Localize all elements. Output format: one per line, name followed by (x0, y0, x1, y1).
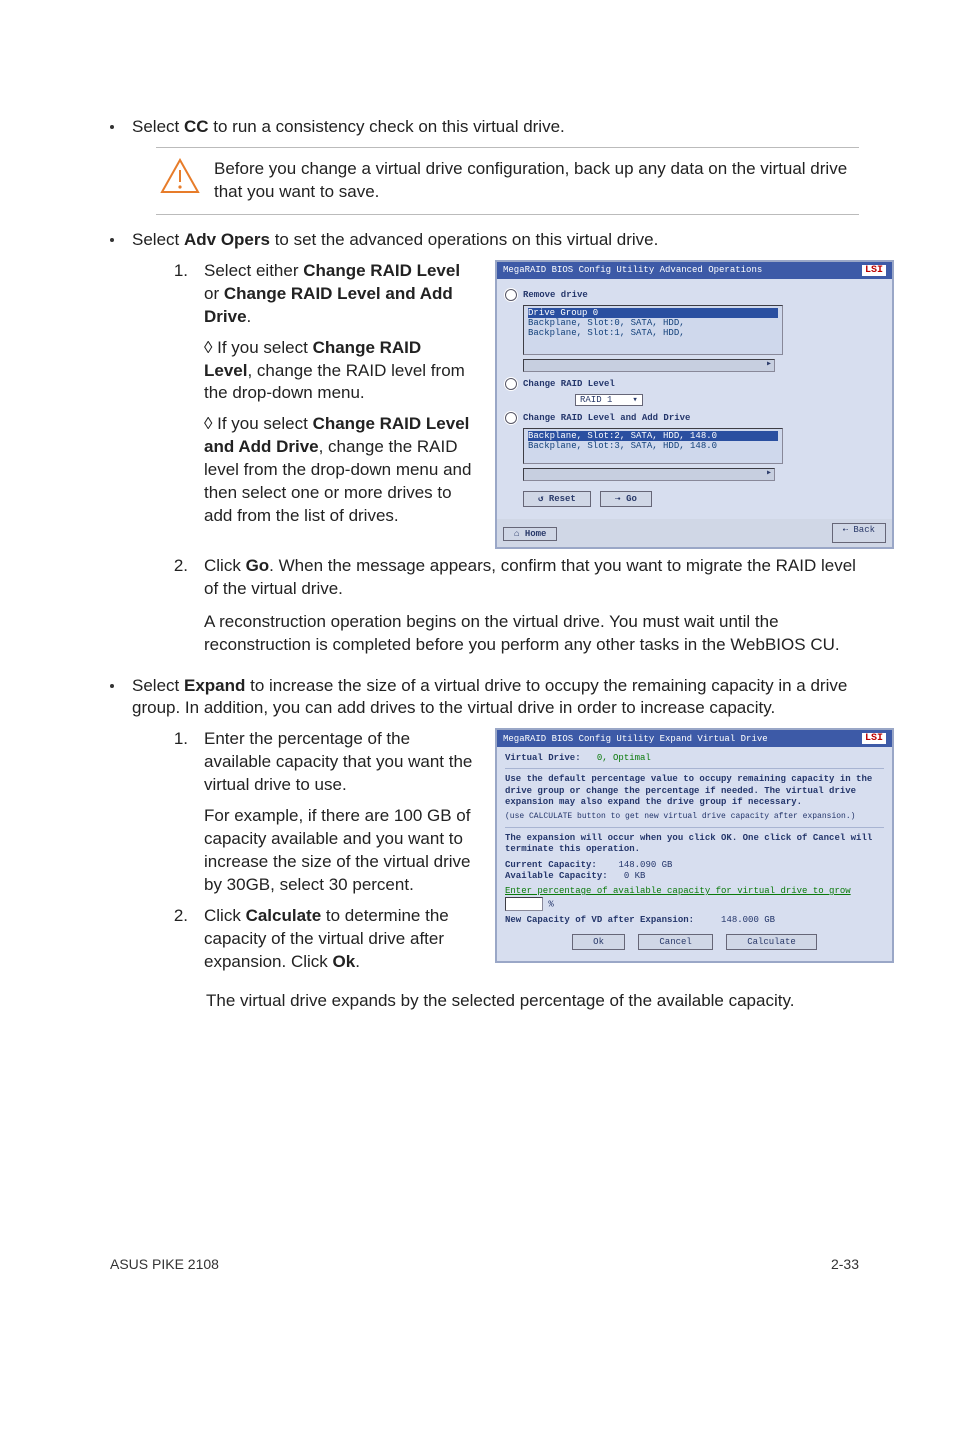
raid-level-select[interactable]: RAID 1 ▾ (575, 394, 643, 406)
help-sub: (use CALCULATE button to get new virtual… (505, 812, 884, 822)
footer-left: ASUS PIKE 2108 (110, 1256, 219, 1272)
t: . (247, 307, 252, 326)
enter-pct-label: Enter percentage of available capacity f… (505, 886, 851, 896)
step-num: 1. (168, 260, 188, 528)
t: Select (132, 676, 184, 695)
t: Click (204, 906, 246, 925)
tree-line-sel: Drive Group 0 (528, 308, 778, 318)
adv-step-2: 2. Click Go. When the message appears, c… (168, 555, 859, 657)
t: . When the message appears, confirm that… (204, 556, 856, 598)
bullet-dot (110, 684, 114, 688)
expand-tail: The virtual drive expands by the selecte… (206, 990, 859, 1013)
cancel-button[interactable]: Cancel (638, 934, 712, 950)
ok-button[interactable]: Ok (572, 934, 625, 950)
expand-step-1: 1. Enter the percentage of the available… (168, 728, 473, 897)
pct-input[interactable] (505, 897, 543, 911)
radio-icon (505, 412, 517, 424)
b: Change RAID Level (303, 261, 460, 280)
text: Select (132, 230, 184, 249)
calculate-button[interactable]: Calculate (726, 934, 817, 950)
page-footer: ASUS PIKE 2108 2-33 (110, 1250, 859, 1272)
go-button[interactable]: ⇢ Go (600, 491, 652, 507)
b: Change RAID Level and Add Drive (204, 284, 453, 326)
radio-remove-drive[interactable]: Remove drive (505, 289, 884, 301)
expand-virtual-drive-dialog: MegaRAID BIOS Config Utility Expand Virt… (495, 728, 894, 962)
b: Go (246, 556, 270, 575)
vd-value: 0, Optimal (597, 753, 651, 763)
brand-label: LSI (862, 265, 886, 276)
t: Enter the percentage of the available ca… (204, 729, 472, 794)
step-num: 2. (168, 905, 188, 974)
dialog-title: MegaRAID BIOS Config Utility Advanced Op… (503, 265, 762, 275)
radio-change-raid-add[interactable]: Change RAID Level and Add Drive (505, 412, 884, 424)
drive-tree-1[interactable]: Drive Group 0 Backplane, Slot:0, SATA, H… (523, 305, 783, 355)
avail-cap-label: Available Capacity: (505, 871, 608, 881)
radio-change-raid[interactable]: Change RAID Level (505, 378, 884, 390)
vd-label: Virtual Drive: (505, 753, 581, 763)
warning-icon (160, 158, 200, 201)
b: Calculate (246, 906, 322, 925)
bullet-dot (110, 238, 114, 242)
cur-cap-label: Current Capacity: (505, 860, 597, 870)
back-button[interactable]: ⇠ Back (832, 523, 886, 543)
warning-callout: Before you change a virtual drive config… (156, 147, 859, 215)
step-num: 2. (168, 555, 188, 657)
brand-label: LSI (862, 733, 886, 744)
drive-tree-2[interactable]: Backplane, Slot:2, SATA, HDD, 148.0 Back… (523, 428, 783, 464)
bullet-cc: Select CC to run a consistency check on … (110, 116, 859, 139)
tree-line: Backplane, Slot:0, SATA, HDD, (528, 318, 778, 328)
bold: Adv Opers (184, 230, 270, 249)
scrollbar[interactable] (523, 468, 775, 481)
footer-right: 2-33 (831, 1256, 859, 1272)
t: A reconstruction operation begins on the… (204, 612, 840, 654)
step-num: 1. (168, 728, 188, 897)
tree-line: Backplane, Slot:3, SATA, HDD, 148.0 (528, 441, 778, 451)
t: ◊ If you select (204, 338, 313, 357)
pct-suffix: % (548, 900, 553, 910)
reset-button[interactable]: ↺ Reset (523, 491, 591, 507)
warning-text: Before you change a virtual drive config… (214, 158, 855, 204)
newcap-label: New Capacity of VD after Expansion: (505, 915, 694, 925)
radio-label: Change RAID Level (523, 379, 615, 389)
scrollbar[interactable] (523, 359, 775, 372)
advanced-operations-dialog: MegaRAID BIOS Config Utility Advanced Op… (495, 260, 894, 549)
tree-line: Backplane, Slot:1, SATA, HDD, (528, 328, 778, 338)
adv-step-1: 1. Select either Change RAID Level or Ch… (168, 260, 473, 528)
help-text-1: Use the default percentage value to occu… (505, 774, 884, 808)
text: Select (132, 117, 184, 136)
tree-line-sel: Backplane, Slot:2, SATA, HDD, 148.0 (528, 431, 778, 441)
b: Expand (184, 676, 245, 695)
expand-step-2: 2. Click Calculate to determine the capa… (168, 905, 473, 974)
t: or (204, 284, 224, 303)
bold: CC (184, 117, 209, 136)
select-value: RAID 1 (580, 395, 612, 405)
t: Select either (204, 261, 303, 280)
bullet-expand: Select Expand to increase the size of a … (110, 675, 859, 721)
radio-label: Remove drive (523, 290, 588, 300)
t: Click (204, 556, 246, 575)
radio-icon (505, 289, 517, 301)
chevron-down-icon: ▾ (632, 395, 637, 405)
dialog-title: MegaRAID BIOS Config Utility Expand Virt… (503, 734, 768, 744)
t: . (355, 952, 360, 971)
t: For example, if there are 100 GB of capa… (204, 806, 470, 894)
help-text-2: The expansion will occur when you click … (505, 833, 884, 856)
home-button[interactable]: ⌂ Home (503, 527, 557, 541)
text: to run a consistency check on this virtu… (209, 117, 565, 136)
cur-cap-value: 148.090 GB (618, 860, 672, 870)
avail-cap-value: 0 KB (624, 871, 646, 881)
bullet-adv: Select Adv Opers to set the advanced ope… (110, 229, 859, 252)
bullet-dot (110, 125, 114, 129)
b: Ok (333, 952, 356, 971)
radio-label: Change RAID Level and Add Drive (523, 413, 690, 423)
radio-icon (505, 378, 517, 390)
t: ◊ If you select (204, 414, 313, 433)
newcap-value: 148.000 GB (721, 915, 775, 925)
text: to set the advanced operations on this v… (270, 230, 658, 249)
